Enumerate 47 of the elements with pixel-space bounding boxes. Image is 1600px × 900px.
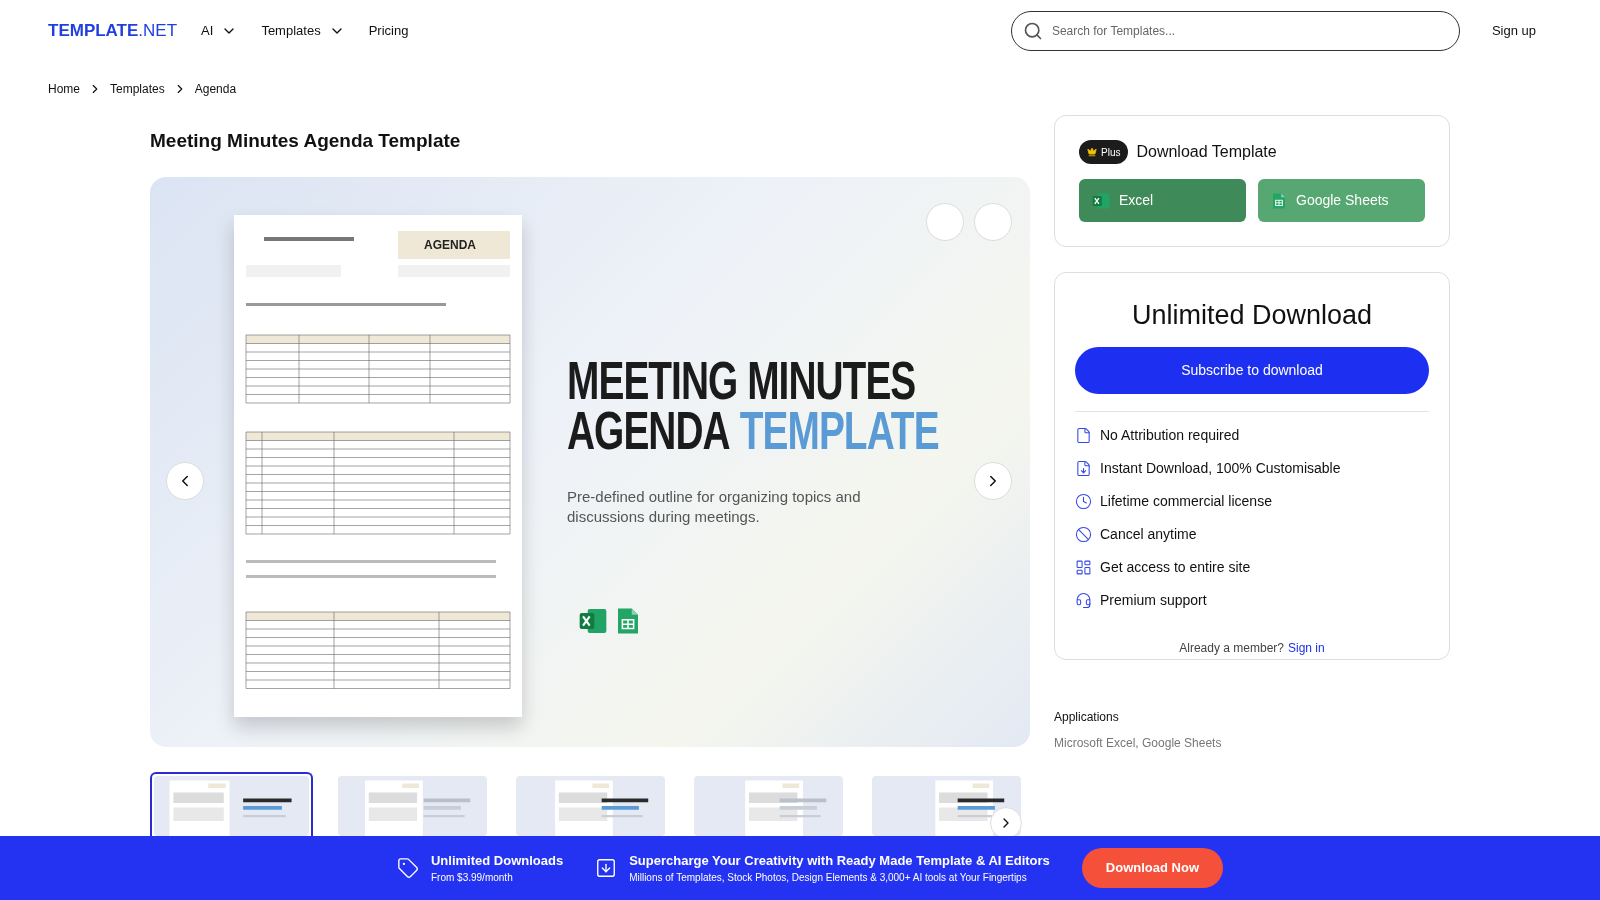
feature-icon xyxy=(1075,459,1092,477)
preview-heading-accent: TEMPLATE xyxy=(739,405,939,455)
feature-text: Get access to entire site xyxy=(1100,557,1251,577)
banner-title: Supercharge Your Creativity with Ready Made Template & AI Editors xyxy=(629,851,1050,870)
feature-text: Cancel anytime xyxy=(1100,524,1197,544)
search-field[interactable]: Search for Templates... xyxy=(1010,11,1460,51)
breadcrumb-link[interactable]: Agenda xyxy=(194,80,237,98)
download-format-button[interactable]: Excel xyxy=(1079,179,1246,222)
breadcrumb-link[interactable]: Templates xyxy=(110,80,165,98)
banner-title: Unlimited Downloads xyxy=(431,851,564,870)
agenda-label: AGENDA xyxy=(423,237,477,254)
search-icon xyxy=(1022,21,1043,41)
page-title: Meeting Minutes Agenda Template xyxy=(150,129,462,153)
feature-icon xyxy=(1075,426,1092,444)
breadcrumb-link[interactable]: Home xyxy=(48,80,80,98)
feature-text: No Attribution required xyxy=(1100,425,1240,445)
nav-menu-item[interactable]: Templates xyxy=(261,21,345,41)
previous-button[interactable] xyxy=(166,462,204,500)
preview-heading: MEETING MINUTES xyxy=(567,355,917,405)
round-button[interactable] xyxy=(974,203,1012,241)
feature-text: Instant Download, 100% Customisable xyxy=(1100,458,1341,478)
round-button[interactable] xyxy=(926,203,964,241)
applications-label: Applications xyxy=(1054,709,1120,726)
feature-icon xyxy=(1075,525,1092,543)
subscribe-button[interactable]: Subscribe to download xyxy=(1075,346,1429,394)
tag-icon xyxy=(397,857,419,879)
banner-subtitle: Millions of Templates, Stock Photos, Design Elements & 3,000+ AI tools at Your Fingertips xyxy=(629,871,1028,886)
applications-value: Microsoft Excel, Google Sheets xyxy=(1054,735,1223,752)
member-prompt: Already a member? xyxy=(1179,639,1284,657)
banner-subtitle: From $3.99/month xyxy=(431,871,514,886)
feature-icon xyxy=(1075,492,1092,510)
sign-in-link[interactable]: Sign in xyxy=(1288,638,1325,657)
logo[interactable]: TEMPLATE.NET xyxy=(48,18,178,44)
download-icon xyxy=(595,857,618,879)
plus-badge: Plus xyxy=(1079,140,1129,164)
feature-text: Premium support xyxy=(1100,590,1207,610)
card-title: Unlimited Download xyxy=(1130,299,1374,332)
card-title: Download Template xyxy=(1136,142,1277,162)
preview-heading: AGENDA xyxy=(567,405,730,455)
sign-up-link[interactable]: Sign up xyxy=(1491,21,1536,41)
crown-icon xyxy=(1087,147,1097,157)
nav-menu-item[interactable]: AI xyxy=(201,21,238,41)
nav-menu-item[interactable]: Pricing xyxy=(368,21,409,41)
feature-icon xyxy=(1075,558,1092,576)
feature-icon xyxy=(1075,591,1092,609)
preview-description: Pre-defined outline for organizing topics and discussions during meetings. xyxy=(567,487,862,527)
feature-text: Lifetime commercial license xyxy=(1100,491,1272,511)
